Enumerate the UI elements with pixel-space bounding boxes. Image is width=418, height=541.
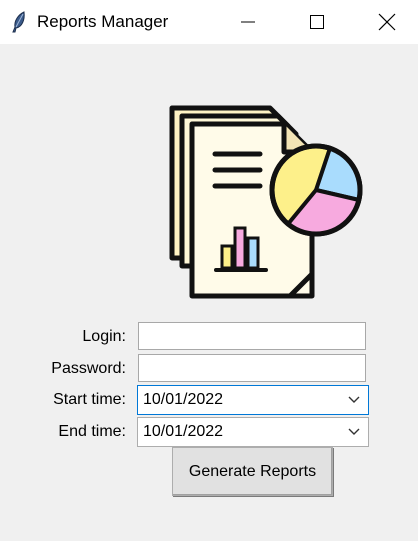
end-time-value: 10/01/2022 bbox=[143, 423, 224, 440]
start-time-select[interactable]: 10/01/2022 bbox=[137, 385, 369, 415]
minimize-icon bbox=[241, 21, 255, 23]
start-time-label: Start time: bbox=[53, 391, 126, 408]
maximize-button[interactable] bbox=[294, 0, 340, 44]
login-label: Login: bbox=[82, 328, 126, 345]
login-input[interactable] bbox=[138, 322, 366, 350]
chevron-down-icon[interactable] bbox=[348, 395, 360, 405]
feather-icon bbox=[12, 11, 25, 33]
close-button[interactable] bbox=[364, 0, 410, 44]
end-time-label: End time: bbox=[58, 423, 126, 440]
end-time-select[interactable]: 10/01/2022 bbox=[137, 417, 369, 447]
generate-reports-button[interactable]: Generate Reports bbox=[172, 447, 333, 496]
start-time-value: 10/01/2022 bbox=[143, 391, 224, 408]
report-documents-pie-chart-icon bbox=[169, 105, 363, 299]
maximize-icon bbox=[310, 15, 324, 29]
close-icon bbox=[378, 13, 396, 31]
minimize-button[interactable] bbox=[225, 0, 271, 44]
title-bar: Reports Manager bbox=[0, 0, 418, 44]
window-title: Reports Manager bbox=[37, 12, 169, 31]
chevron-down-icon[interactable] bbox=[348, 427, 360, 437]
password-input[interactable] bbox=[138, 354, 366, 382]
password-label: Password: bbox=[51, 360, 126, 377]
